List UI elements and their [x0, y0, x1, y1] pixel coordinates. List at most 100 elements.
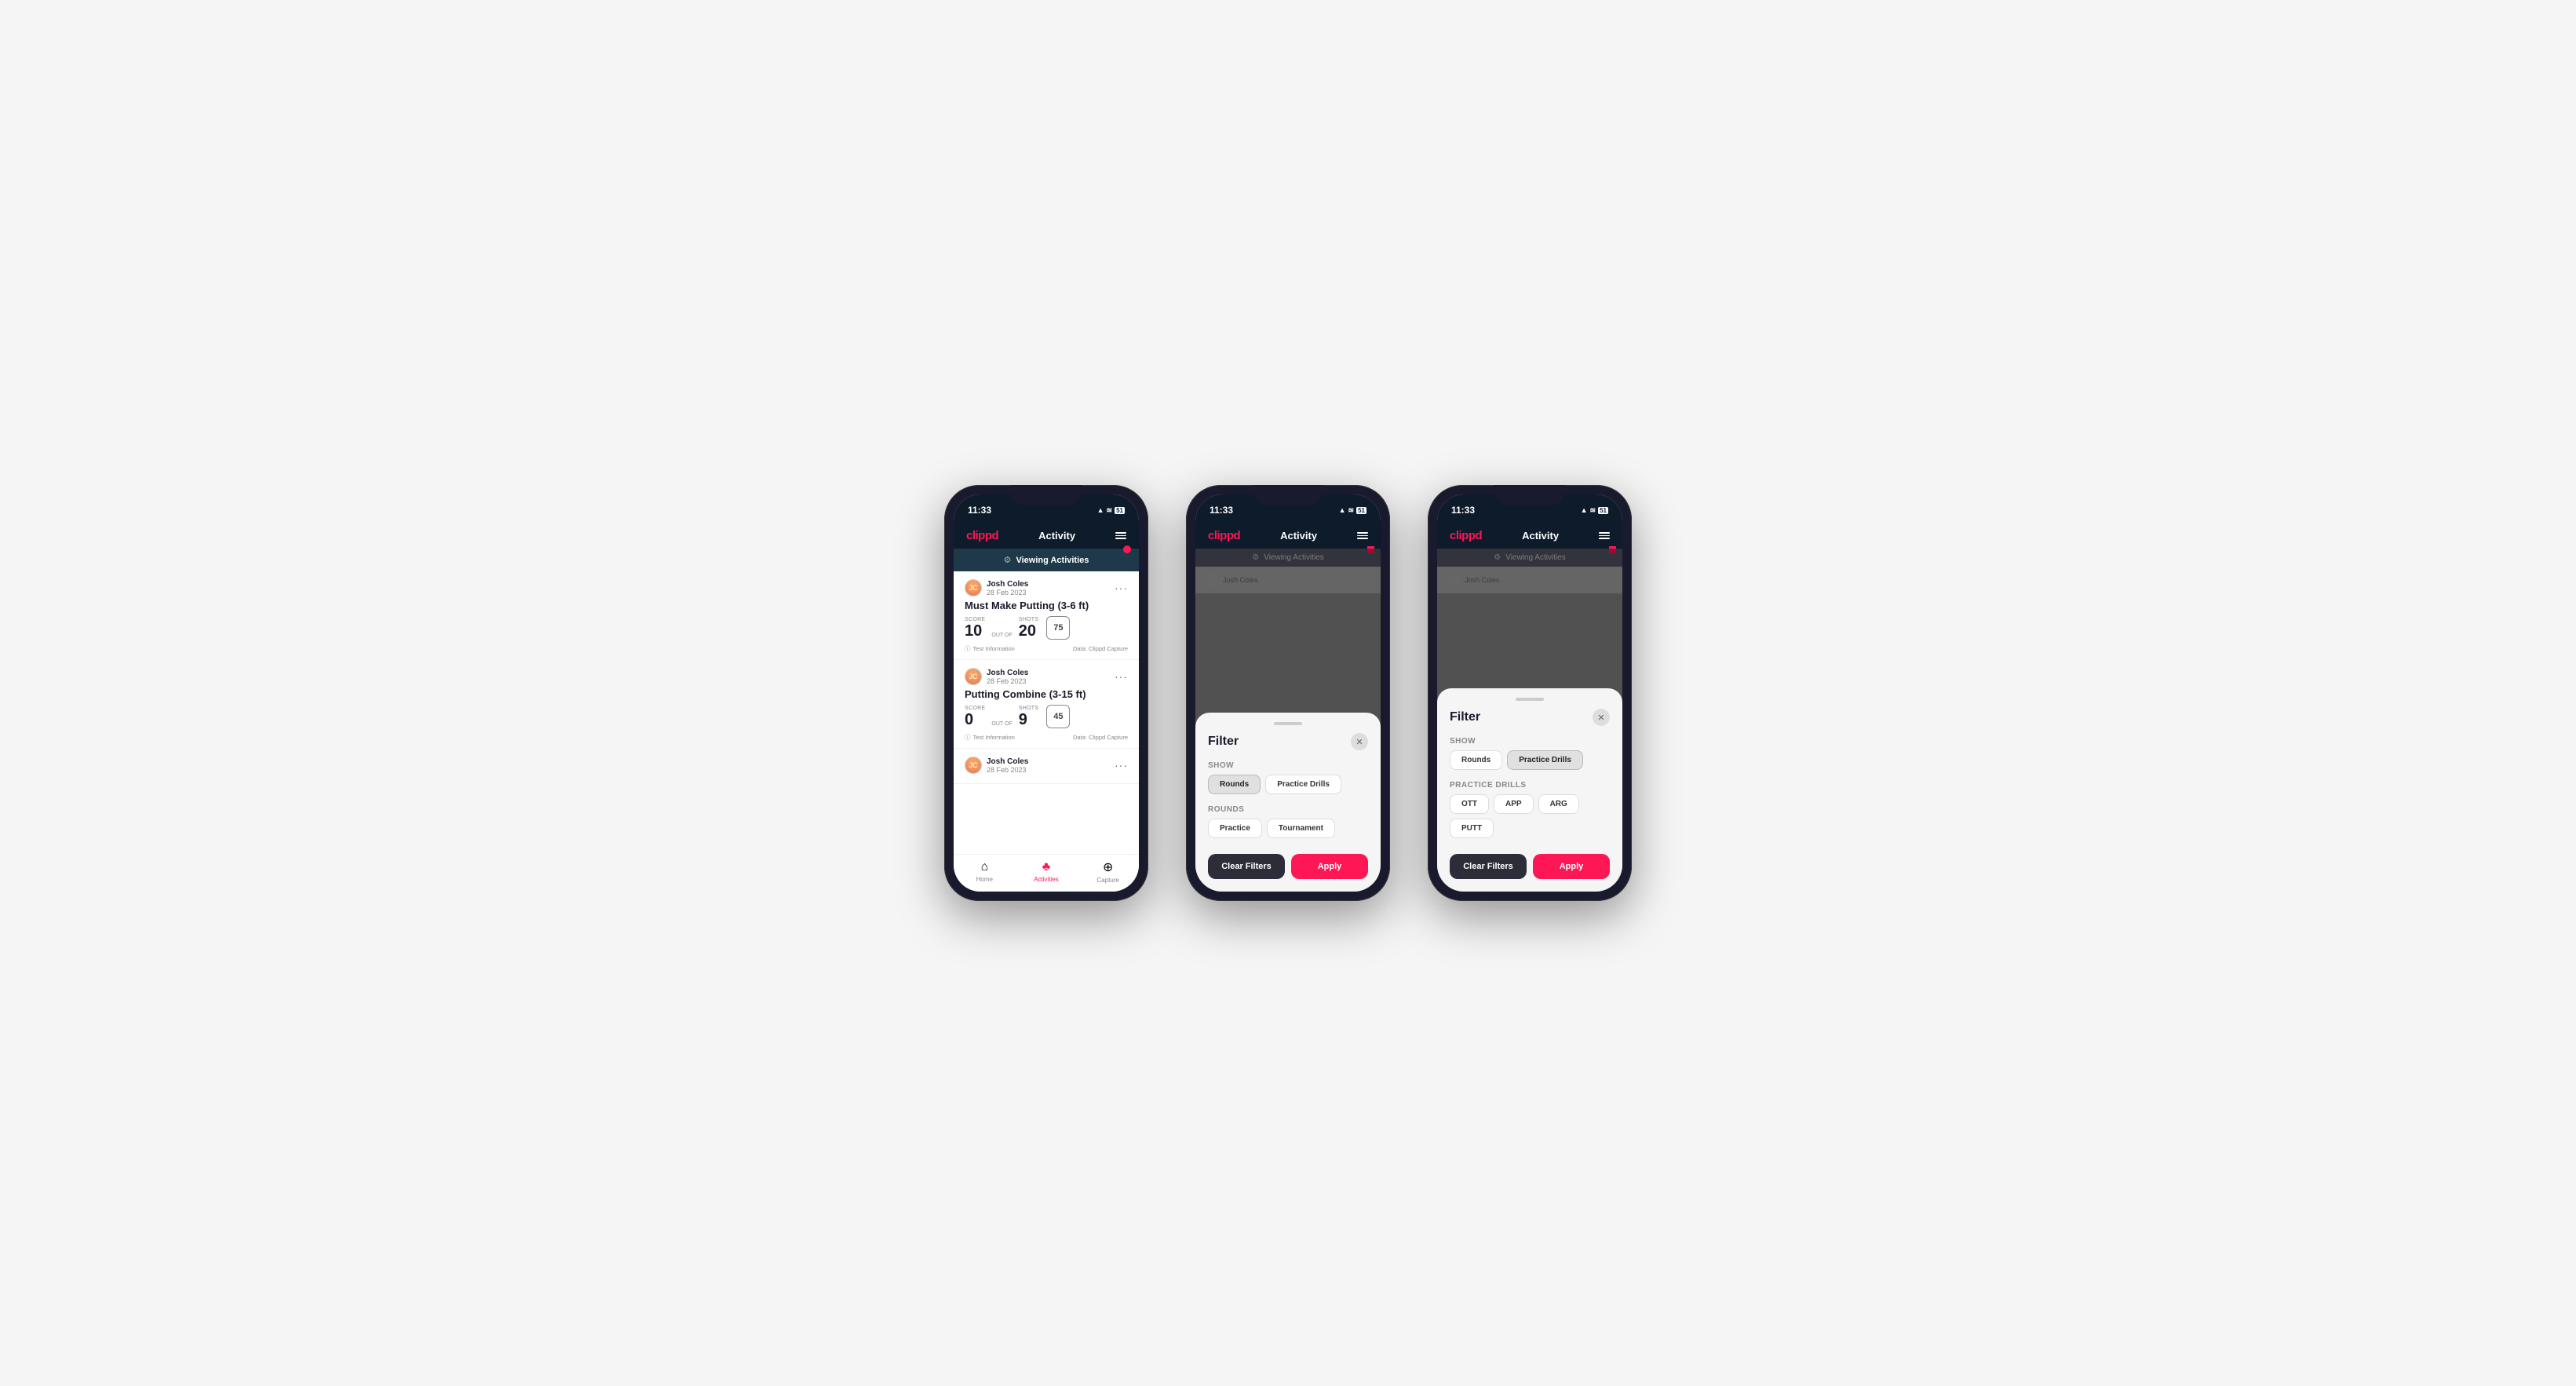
- user-date-3: 28 Feb 2023: [987, 766, 1028, 774]
- shot-quality-1: 75: [1046, 616, 1070, 640]
- user-info-3: JC Josh Coles 28 Feb 2023: [965, 757, 1028, 774]
- phones-container: 11:33 ▲ ≋ 51 clippd Activity ⚙: [944, 485, 1632, 901]
- more-dots-3[interactable]: ···: [1115, 759, 1128, 771]
- clear-filters-button-3[interactable]: Clear Filters: [1450, 854, 1527, 879]
- phone-3: 11:33 ▲ ≋ 51 clippd Activity: [1428, 485, 1632, 901]
- nav-label-activities: Activities: [1034, 876, 1059, 883]
- status-time-1: 11:33: [968, 505, 991, 516]
- status-icons-3: ▲ ≋ 51: [1581, 506, 1608, 515]
- phone-1: 11:33 ▲ ≋ 51 clippd Activity ⚙: [944, 485, 1148, 901]
- rounds-label-2: Rounds: [1208, 805, 1368, 814]
- notch-2: [1253, 485, 1323, 505]
- arg-chip-3[interactable]: ARG: [1538, 794, 1579, 814]
- phone-1-inner: 11:33 ▲ ≋ 51 clippd Activity ⚙: [954, 494, 1139, 892]
- filter-modal-3: Filter ✕ Show Rounds Practice Drills Pra…: [1437, 688, 1622, 892]
- activity-card-2: JC Josh Coles 28 Feb 2023 ··· Putting Co…: [954, 660, 1139, 749]
- apply-button-3[interactable]: Apply: [1533, 854, 1610, 879]
- stats-row-1: Score 10 OUT OF Shots 20 75: [965, 616, 1128, 640]
- filter-modal-2: Filter ✕ Show Rounds Practice Drills Rou…: [1195, 713, 1381, 892]
- activity-card-3: JC Josh Coles 28 Feb 2023 ···: [954, 749, 1139, 784]
- home-icon: ⌂: [980, 860, 988, 874]
- nav-bar-2: clippd Activity: [1195, 523, 1381, 549]
- notch-1: [1011, 485, 1082, 505]
- logo-3: clippd: [1450, 529, 1482, 542]
- avatar-2: JC: [965, 668, 982, 685]
- close-button-3[interactable]: ✕: [1593, 709, 1610, 726]
- modal-header-3: Filter ✕: [1450, 709, 1610, 726]
- phone-2: 11:33 ▲ ≋ 51 clippd Activity: [1186, 485, 1390, 901]
- modal-handle-3: [1516, 698, 1544, 701]
- drills-chips-3: OTT APP ARG PUTT: [1450, 794, 1610, 838]
- user-name-2: Josh Coles: [987, 669, 1028, 677]
- viewing-dot-1: [1123, 545, 1131, 553]
- activity-title-1: Must Make Putting (3-6 ft): [965, 600, 1128, 611]
- user-info-1: JC Josh Coles 28 Feb 2023: [965, 579, 1028, 596]
- modal-actions-2: Clear Filters Apply: [1208, 854, 1368, 879]
- card-footer-1: ⓘ Test Information Data: Clippd Capture: [965, 644, 1128, 653]
- nav-item-home[interactable]: ⌂ Home: [965, 860, 1004, 883]
- modal-title-2: Filter: [1208, 735, 1239, 749]
- modal-title-3: Filter: [1450, 710, 1480, 724]
- nav-label-capture: Capture: [1096, 877, 1118, 884]
- rounds-chips-2: Practice Tournament: [1208, 819, 1368, 838]
- nav-item-activities[interactable]: ♣ Activities: [1027, 860, 1066, 883]
- nav-title-1: Activity: [1038, 530, 1075, 542]
- activity-card-1: JC Josh Coles 28 Feb 2023 ··· Must Make …: [954, 571, 1139, 660]
- viewing-banner-text-1: Viewing Activities: [1016, 556, 1089, 565]
- close-button-2[interactable]: ✕: [1351, 733, 1368, 750]
- logo-1: clippd: [966, 529, 998, 542]
- capture-icon: ⊕: [1103, 859, 1113, 875]
- phone-2-inner: 11:33 ▲ ≋ 51 clippd Activity: [1195, 494, 1381, 892]
- nav-title-3: Activity: [1522, 530, 1559, 542]
- more-dots-1[interactable]: ···: [1115, 582, 1128, 594]
- menu-icon-1[interactable]: [1115, 532, 1126, 539]
- logo-2: clippd: [1208, 529, 1240, 542]
- status-time-3: 11:33: [1451, 505, 1475, 516]
- more-dots-2[interactable]: ···: [1115, 670, 1128, 683]
- menu-icon-3[interactable]: [1599, 532, 1610, 539]
- modal-header-2: Filter ✕: [1208, 733, 1368, 750]
- user-name-1: Josh Coles: [987, 580, 1028, 589]
- modal-handle-2: [1274, 722, 1302, 725]
- user-date-1: 28 Feb 2023: [987, 589, 1028, 596]
- app-chip-3[interactable]: APP: [1494, 794, 1534, 814]
- show-chips-3: Rounds Practice Drills: [1450, 750, 1610, 770]
- status-time-2: 11:33: [1210, 505, 1233, 516]
- rounds-chip-2[interactable]: Rounds: [1208, 775, 1261, 794]
- putt-chip-3[interactable]: PUTT: [1450, 819, 1494, 838]
- rounds-chip-3[interactable]: Rounds: [1450, 750, 1502, 770]
- ott-chip-3[interactable]: OTT: [1450, 794, 1489, 814]
- apply-button-2[interactable]: Apply: [1291, 854, 1368, 879]
- nav-bar-1: clippd Activity: [954, 523, 1139, 549]
- content-1: JC Josh Coles 28 Feb 2023 ··· Must Make …: [954, 571, 1139, 854]
- viewing-banner-1[interactable]: ⚙ Viewing Activities: [954, 549, 1139, 571]
- status-icons-1: ▲ ≋ 51: [1097, 506, 1125, 515]
- activities-icon: ♣: [1042, 860, 1051, 874]
- show-chips-2: Rounds Practice Drills: [1208, 775, 1368, 794]
- menu-icon-2[interactable]: [1357, 532, 1368, 539]
- card-header-2: JC Josh Coles 28 Feb 2023 ···: [965, 668, 1128, 685]
- nav-item-capture[interactable]: ⊕ Capture: [1089, 859, 1128, 884]
- status-icons-2: ▲ ≋ 51: [1339, 506, 1366, 515]
- clear-filters-button-2[interactable]: Clear Filters: [1208, 854, 1285, 879]
- notch-3: [1494, 485, 1565, 505]
- card-footer-2: ⓘ Test Information Data: Clippd Capture: [965, 733, 1128, 742]
- user-date-2: 28 Feb 2023: [987, 677, 1028, 685]
- filter-overlay-2: Filter ✕ Show Rounds Practice Drills Rou…: [1195, 549, 1381, 892]
- tournament-chip-2[interactable]: Tournament: [1267, 819, 1335, 838]
- activity-title-2: Putting Combine (3-15 ft): [965, 688, 1128, 700]
- stats-row-2: Score 0 OUT OF Shots 9 45: [965, 705, 1128, 728]
- modal-actions-3: Clear Filters Apply: [1450, 854, 1610, 879]
- avatar-3: JC: [965, 757, 982, 774]
- bottom-nav-1: ⌂ Home ♣ Activities ⊕ Capture: [954, 854, 1139, 892]
- nav-title-2: Activity: [1280, 530, 1317, 542]
- practice-chip-2[interactable]: Practice: [1208, 819, 1262, 838]
- practice-drills-chip-3[interactable]: Practice Drills: [1507, 750, 1583, 770]
- card-header-1: JC Josh Coles 28 Feb 2023 ···: [965, 579, 1128, 596]
- nav-bar-3: clippd Activity: [1437, 523, 1622, 549]
- user-name-3: Josh Coles: [987, 757, 1028, 766]
- practice-drills-label-3: Practice Drills: [1450, 781, 1610, 790]
- practice-drills-chip-2[interactable]: Practice Drills: [1265, 775, 1341, 794]
- user-info-2: JC Josh Coles 28 Feb 2023: [965, 668, 1028, 685]
- phone-3-inner: 11:33 ▲ ≋ 51 clippd Activity: [1437, 494, 1622, 892]
